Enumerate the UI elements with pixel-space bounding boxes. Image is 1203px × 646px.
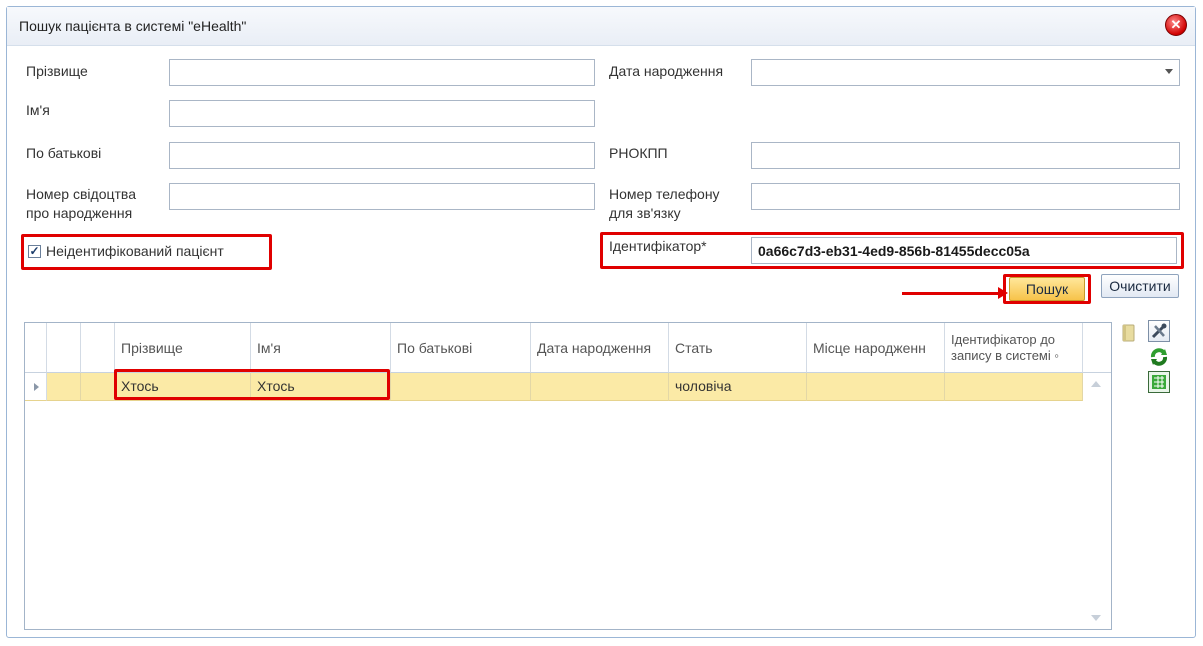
column-header-birth-date[interactable]: Дата народження	[531, 323, 669, 373]
row-highlight-frame	[114, 369, 390, 400]
rnokpp-label: РНОКПП	[609, 145, 668, 161]
birth-cert-label-line2: про народження	[26, 205, 133, 221]
table-row-cell-blank-1[interactable]	[47, 373, 81, 401]
rnokpp-input[interactable]	[751, 142, 1180, 169]
column-header-surname[interactable]: Прізвище	[115, 323, 251, 373]
column-header-blank-1[interactable]	[47, 323, 81, 373]
birth-date-dropdown[interactable]	[751, 59, 1180, 86]
clear-button[interactable]: Очистити	[1101, 274, 1179, 298]
row-indicator-header	[25, 323, 47, 373]
arrow-pointer-line	[902, 292, 1000, 295]
scrollbar-header	[1083, 323, 1111, 373]
phone-label-line2: для зв'язку	[609, 205, 681, 221]
refresh-icon[interactable]	[1148, 346, 1170, 368]
record-id-header-line2: запису в системі ◦	[951, 347, 1059, 363]
surname-label: Прізвище	[26, 63, 88, 79]
phone-label-line1: Номер телефону	[609, 186, 720, 202]
column-header-record-id[interactable]: Ідентифікатор до запису в системі ◦	[945, 323, 1083, 373]
column-header-sex[interactable]: Стать	[669, 323, 807, 373]
name-label: Ім'я	[26, 102, 50, 118]
name-input[interactable]	[169, 100, 595, 127]
record-id-header-line1: Ідентифікатор до	[951, 331, 1056, 347]
unidentified-label: Неідентифікований пацієнт	[46, 243, 224, 259]
table-row-patronymic[interactable]	[391, 373, 531, 401]
unidentified-checkbox[interactable]: ✓	[28, 245, 41, 258]
phone-input[interactable]	[751, 183, 1180, 210]
column-header-blank-2[interactable]	[81, 323, 115, 373]
identifier-input[interactable]	[751, 237, 1177, 264]
search-button[interactable]: Пошук	[1009, 277, 1085, 301]
birth-cert-input[interactable]	[169, 183, 595, 210]
scroll-down-arrow[interactable]	[1091, 615, 1101, 621]
birth-cert-label-line1: Номер свідоцтва	[26, 186, 136, 202]
table-row-birth-place[interactable]	[807, 373, 945, 401]
identifier-label: Ідентифікатор*	[609, 238, 707, 254]
column-header-name[interactable]: Ім'я	[251, 323, 391, 373]
chevron-down-icon[interactable]	[1165, 69, 1173, 74]
patronymic-label: По батькові	[26, 145, 102, 161]
patronymic-input[interactable]	[169, 142, 595, 169]
table-row-sex[interactable]: чоловіча	[669, 373, 807, 401]
surname-input[interactable]	[169, 59, 595, 86]
title-bar: Пошук пацієнта в системі "eHealth" ✕	[7, 7, 1195, 46]
birth-date-label: Дата народження	[609, 63, 724, 79]
row-selected-icon	[34, 383, 39, 391]
column-header-patronymic[interactable]: По батькові	[391, 323, 531, 373]
tools-icon[interactable]	[1148, 320, 1170, 342]
table-row-record-id[interactable]	[945, 373, 1083, 401]
column-header-birth-place[interactable]: Місце народженн	[807, 323, 945, 373]
scroll-up-arrow[interactable]	[1091, 381, 1101, 387]
book-icon[interactable]	[1118, 322, 1140, 344]
excel-export-icon[interactable]	[1148, 371, 1170, 393]
close-button[interactable]: ✕	[1165, 14, 1187, 36]
table-row-birth-date[interactable]	[531, 373, 669, 401]
window-title: Пошук пацієнта в системі "eHealth"	[19, 18, 247, 34]
table-row-cell-blank-2[interactable]	[81, 373, 115, 401]
